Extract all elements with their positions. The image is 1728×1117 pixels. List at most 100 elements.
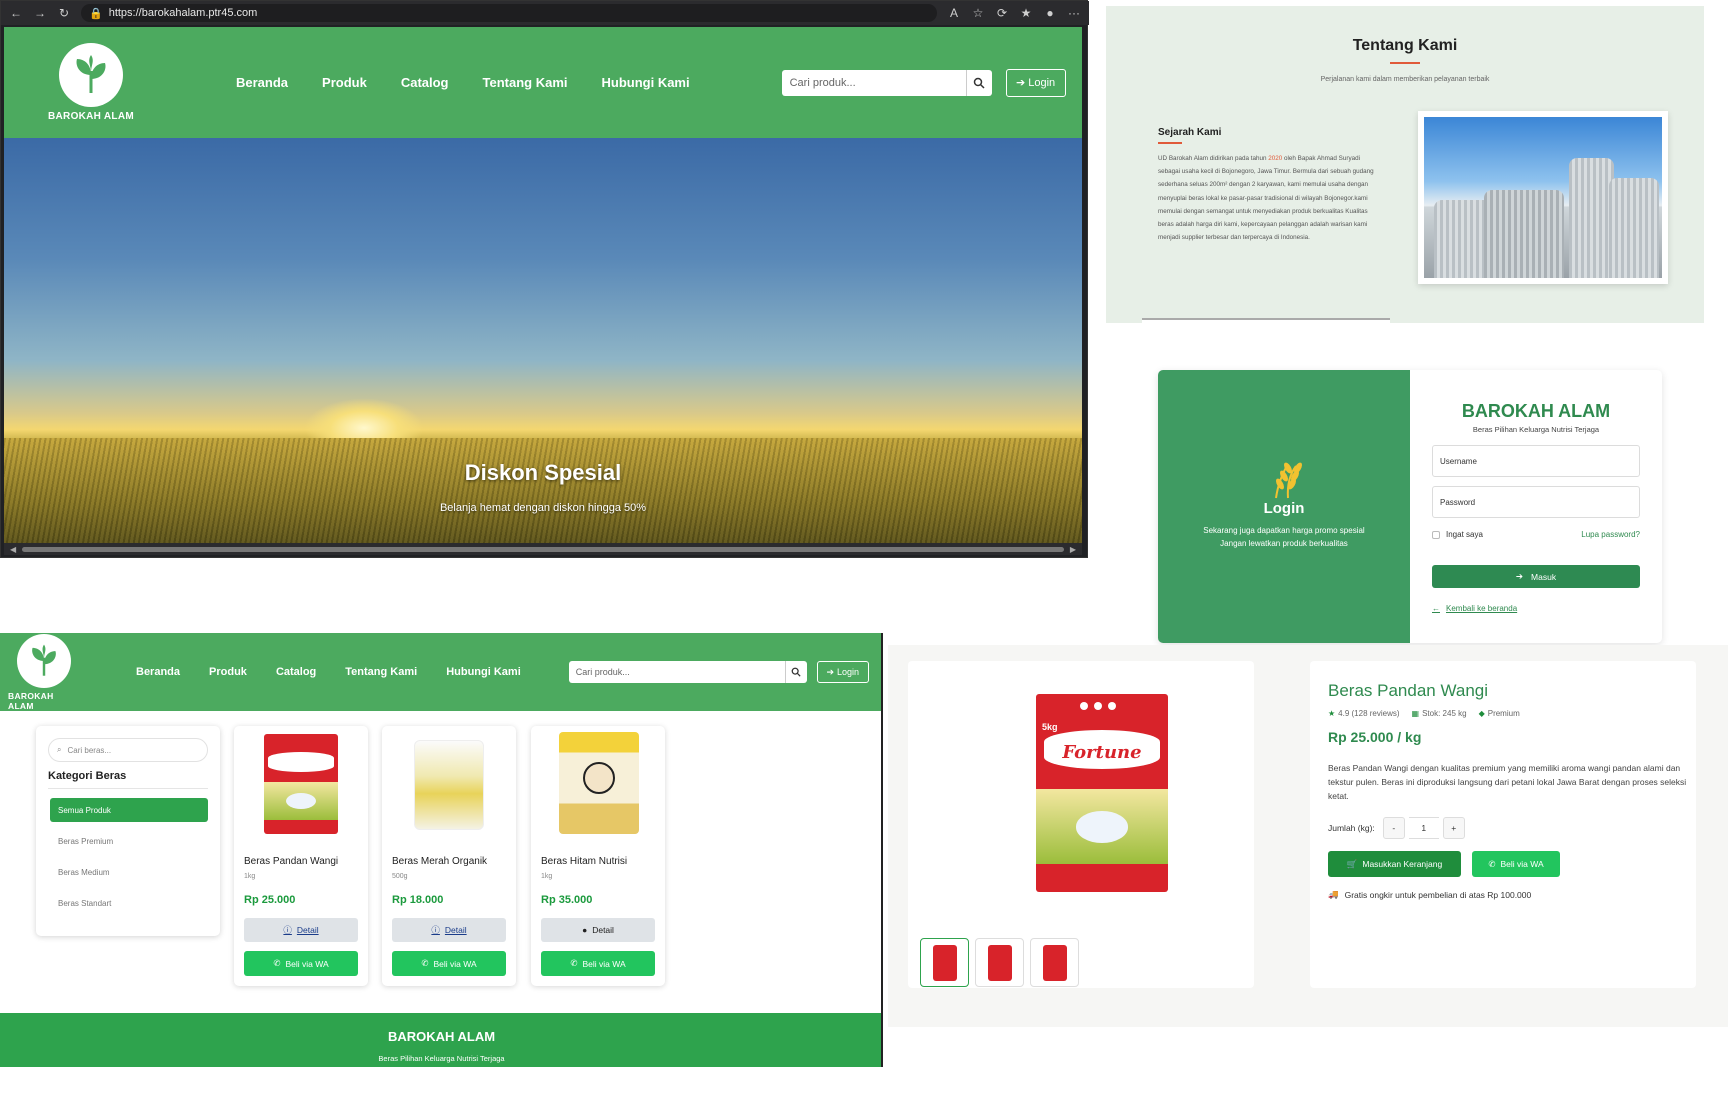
silo-photo: [1418, 111, 1668, 284]
product-image[interactable]: [254, 730, 348, 836]
login-button[interactable]: ➔ Login: [1005, 68, 1066, 97]
remember-me[interactable]: Ingat saya: [1432, 530, 1483, 539]
whatsapp-icon: ✆: [273, 958, 281, 968]
login-promo: Login Sekarang juga dapatkan harga promo…: [1158, 370, 1410, 643]
detail-button[interactable]: ⓘ Detail: [244, 918, 358, 942]
product-name[interactable]: Beras Merah Organik: [392, 856, 487, 867]
buy-via-wa-button[interactable]: ✆ Beli via WA: [392, 951, 506, 976]
info-icon: ⓘ: [283, 925, 292, 935]
browser-toolbar: ← → ↻ 🔒 https://barokahalam.ptr45.com A …: [1, 1, 1089, 25]
history-title: Sejarah Kami: [1158, 127, 1222, 138]
wheat-icon: [1275, 462, 1302, 499]
scroll-left-icon[interactable]: ◀: [10, 545, 16, 554]
shipping-info: 🚚 Gratis ongkir untuk pembelian di atas R…: [1328, 889, 1532, 900]
next-image-strip: [1142, 318, 1390, 323]
product-price: Rp 35.000: [541, 894, 593, 906]
product-weight: 1kg: [244, 873, 256, 880]
hero-title: Diskon Spesial: [464, 460, 622, 485]
brand-name: BAROKAH ALAM: [48, 111, 134, 122]
detail-button[interactable]: ● Detail: [541, 918, 655, 942]
extensions-icon[interactable]: ⟳: [995, 6, 1009, 20]
scrollbar-thumb[interactable]: [22, 546, 1064, 552]
add-to-cart-button[interactable]: 🛒 Masukkan Keranjang: [1328, 851, 1461, 877]
buy-via-wa-button[interactable]: ✆ Beli via WA: [1472, 851, 1560, 877]
category-standart[interactable]: Beras Standart: [50, 891, 208, 915]
nav-catalog[interactable]: Catalog: [276, 666, 316, 678]
brand-name: BAROKAH ALAM: [8, 690, 54, 711]
nav-tentang-kami[interactable]: Tentang Kami: [345, 666, 417, 678]
profile-avatar-icon[interactable]: ●: [1043, 6, 1057, 20]
catalog-footer: BAROKAH ALAM Beras Pilihan Keluarga Nutr…: [0, 1013, 881, 1067]
search-input[interactable]: Cari produk...: [781, 69, 966, 96]
nav-hubungi-kami[interactable]: Hubungi Kami: [446, 666, 521, 678]
back-icon[interactable]: ←: [9, 6, 23, 20]
product-price: Rp 25.000: [244, 894, 296, 906]
nav-catalog[interactable]: Catalog: [401, 75, 449, 90]
favorites-icon[interactable]: ★: [1019, 6, 1033, 20]
forward-icon[interactable]: →: [33, 6, 47, 20]
nav-hubungi-kami[interactable]: Hubungi Kami: [602, 75, 690, 90]
product-price: Rp 25.000 / kg: [1328, 729, 1422, 745]
quantity-input[interactable]: 1: [1408, 817, 1439, 839]
stock: ▦ Stok: 245 kg: [1411, 709, 1467, 718]
rice-search-input[interactable]: ⌕ Cari beras...: [48, 738, 208, 762]
password-field[interactable]: Password: [1432, 486, 1640, 518]
address-text: https://barokahalam.ptr45.com: [108, 7, 258, 19]
buy-via-wa-button[interactable]: ✆ Beli via WA: [244, 951, 358, 976]
thumbnail-1[interactable]: [920, 938, 969, 987]
favorite-star-icon[interactable]: ☆: [971, 6, 985, 20]
search-button[interactable]: [965, 69, 992, 96]
nav-produk[interactable]: Produk: [322, 75, 367, 90]
username-field[interactable]: Username: [1432, 445, 1640, 477]
horizontal-scrollbar[interactable]: ◀ ▶: [4, 543, 1082, 555]
history-text: UD Barokah Alam didirikan pada tahun 202…: [1158, 155, 1374, 242]
detail-button[interactable]: ⓘ Detail: [392, 918, 506, 942]
submit-login-button[interactable]: ➔ Masuk: [1432, 565, 1640, 588]
product-name[interactable]: Beras Pandan Wangi: [244, 856, 338, 867]
bag-brand-text: Fortune: [1062, 742, 1142, 763]
search-input[interactable]: Cari produk...: [568, 661, 785, 683]
category-all[interactable]: Semua Produk: [50, 798, 208, 822]
whatsapp-icon: ✆: [421, 958, 429, 968]
remember-checkbox[interactable]: [1432, 530, 1440, 539]
sign-in-icon: ➔: [1515, 571, 1524, 581]
product-meta: ★ 4.9 (128 reviews) ▦ Stok: 245 kg ◆ Premiu…: [1328, 709, 1520, 718]
site-logo[interactable]: BAROKAH ALAM: [46, 43, 136, 122]
thumbnail-2[interactable]: [975, 938, 1024, 987]
nav-beranda[interactable]: Beranda: [236, 75, 288, 90]
decrease-button[interactable]: -: [1382, 817, 1405, 839]
product-image[interactable]: [551, 730, 645, 836]
product-name[interactable]: Beras Hitam Nutrisi: [541, 856, 627, 867]
nav-tentang-kami[interactable]: Tentang Kami: [483, 75, 568, 90]
footer-brand: BAROKAH ALAM: [387, 1029, 496, 1044]
bag-size-text: 5kg: [1042, 722, 1058, 732]
product-weight: 1kg: [541, 873, 553, 880]
reload-icon[interactable]: ↻: [57, 6, 71, 20]
search-icon: ⌕: [57, 745, 62, 754]
leaf-logo-icon: [59, 43, 123, 107]
login-tagline: Beras Pilihan Keluarga Nutrisi Terjaga: [1472, 425, 1600, 434]
hero-field: [4, 438, 1082, 543]
login-button[interactable]: ➔ Login: [816, 661, 869, 683]
title-underline: [1390, 62, 1420, 64]
category-premium[interactable]: Beras Premium: [50, 829, 208, 853]
category-medium[interactable]: Beras Medium: [50, 860, 208, 884]
site-logo[interactable]: BAROKAH ALAM: [8, 633, 80, 711]
address-bar[interactable]: 🔒 https://barokahalam.ptr45.com: [81, 4, 937, 22]
main-product-image[interactable]: Fortune 5kg: [1036, 694, 1168, 892]
leaf-logo-icon: [17, 633, 71, 688]
more-menu-icon[interactable]: ···: [1067, 6, 1081, 20]
thumbnail-3[interactable]: [1030, 938, 1079, 987]
buy-via-wa-button[interactable]: ✆ Beli via WA: [541, 951, 655, 976]
nav-produk[interactable]: Produk: [209, 666, 247, 678]
scroll-right-icon[interactable]: ▶: [1070, 545, 1076, 554]
nav-beranda[interactable]: Beranda: [136, 666, 180, 678]
forgot-password-link[interactable]: Lupa password?: [1581, 530, 1640, 539]
product-image[interactable]: [402, 730, 496, 836]
arrow-left-icon: ←: [1432, 604, 1440, 613]
increase-button[interactable]: +: [1442, 817, 1465, 839]
login-promo-text: Sekarang juga dapatkan harga promo spesi…: [1203, 526, 1365, 548]
read-aloud-icon[interactable]: A: [947, 6, 961, 20]
search-button[interactable]: [784, 661, 807, 683]
back-to-home-link[interactable]: ← Kembali ke beranda: [1432, 604, 1517, 613]
